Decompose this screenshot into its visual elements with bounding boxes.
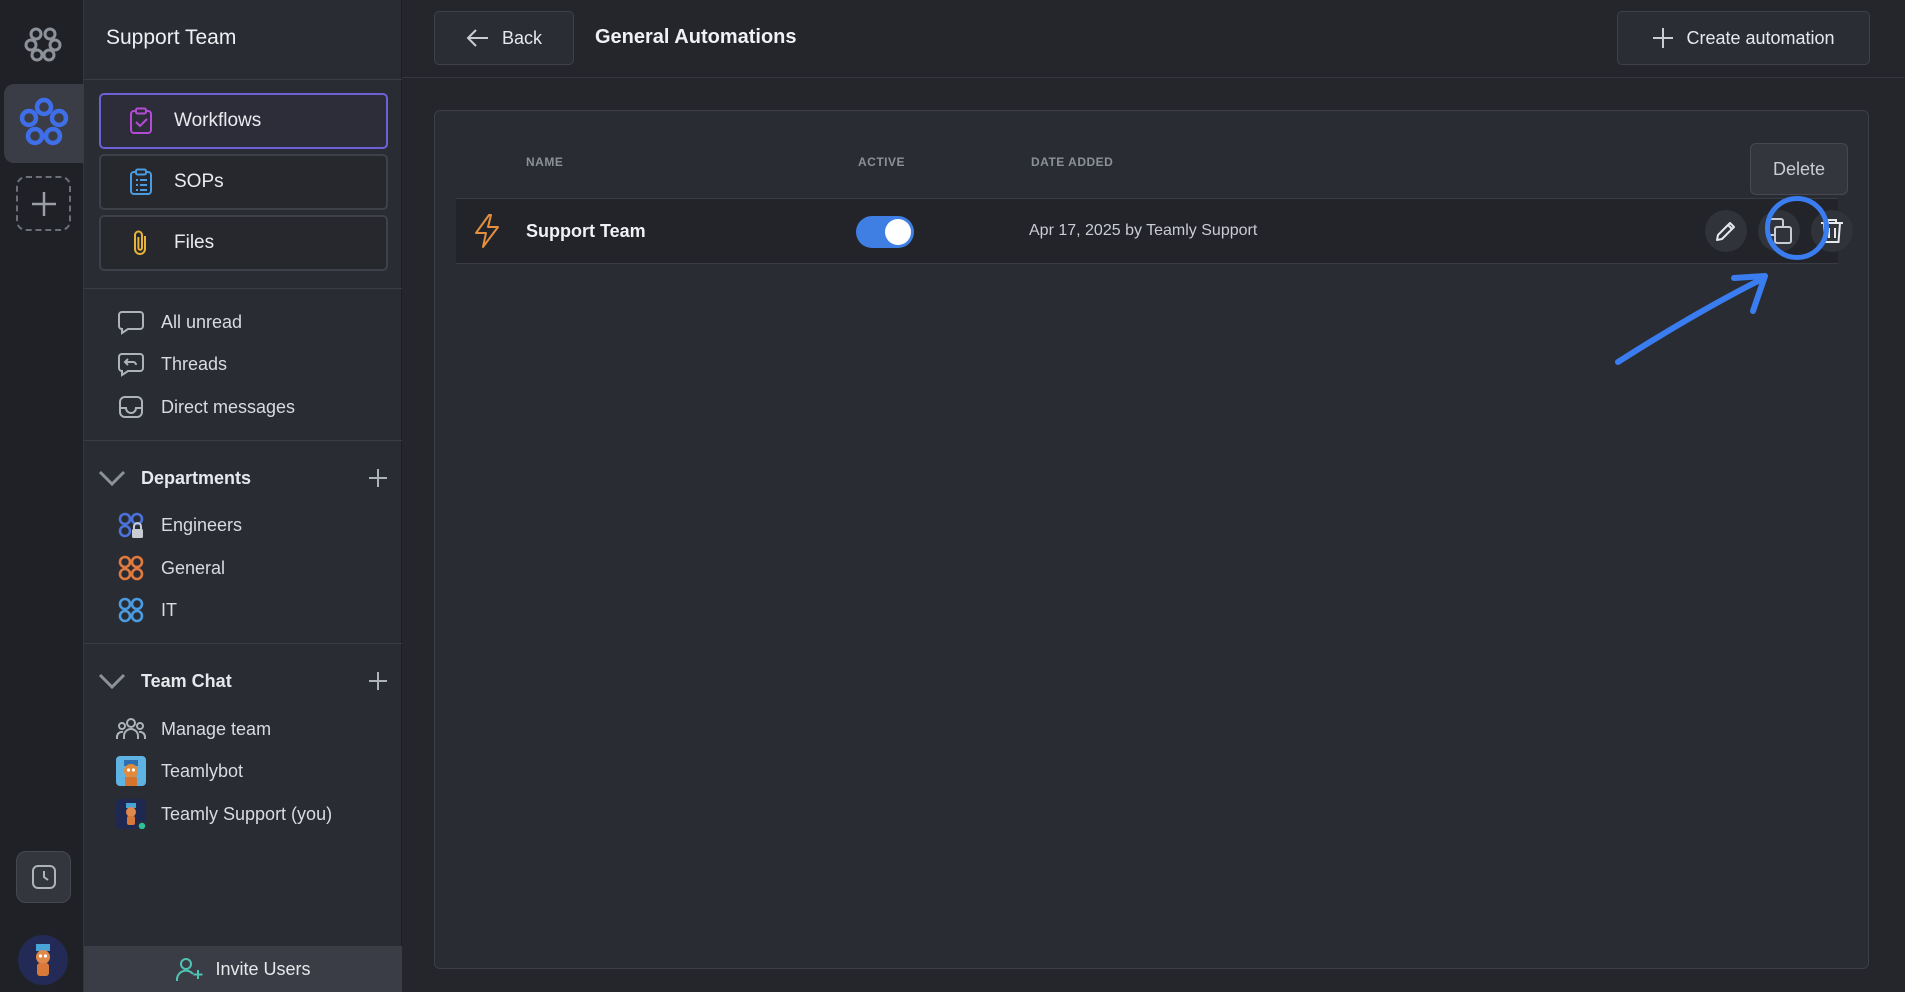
back-label: Back (501, 27, 543, 48)
department-engineers-label: Engineers (161, 514, 243, 535)
clipboard-check-icon (130, 107, 152, 134)
automations-panel: NAME ACTIVE DATE ADDED Support Team Apr … (434, 110, 1869, 969)
department-it-label: IT (161, 599, 177, 620)
nav-workflows[interactable]: Workflows (99, 93, 388, 149)
column-header-name: NAME (526, 155, 564, 169)
divider (84, 440, 402, 441)
direct-messages-item[interactable]: Direct messages (116, 390, 295, 424)
nav-files[interactable]: Files (99, 215, 388, 271)
add-chat-icon[interactable] (367, 670, 389, 692)
workspace-title: Support Team (106, 26, 237, 49)
chat-bubble-icon (118, 311, 144, 335)
toggle-knob (885, 219, 911, 245)
page-title: General Automations (595, 26, 797, 48)
clock-icon (32, 865, 56, 889)
teamly-support-label: Teamly Support (you) (161, 803, 333, 824)
teamlybot-item[interactable]: Teamlybot (116, 754, 243, 788)
teamly-logo-icon (23, 23, 63, 63)
edit-button[interactable] (1705, 210, 1747, 252)
department-engineers[interactable]: Engineers (116, 508, 242, 542)
team-icon (116, 718, 146, 739)
threads-item[interactable]: Threads (116, 347, 227, 381)
pencil-icon (1716, 222, 1735, 241)
chevron-down-icon (98, 673, 126, 690)
inbox-icon (119, 396, 143, 418)
arrow-left-icon (466, 29, 488, 47)
top-header: Back General Automations Create automati… (402, 0, 1905, 78)
clipboard-list-icon (130, 168, 152, 195)
history-button[interactable] (16, 851, 71, 903)
workspace-rail (0, 0, 84, 992)
nav-sops-label: SOPs (174, 171, 224, 192)
threads-icon (118, 353, 144, 377)
paperclip-icon (134, 230, 146, 255)
plus-icon (1653, 28, 1674, 48)
teamly-support-item[interactable]: Teamly Support (you) (116, 797, 332, 831)
nav-workflows-label: Workflows (174, 110, 262, 131)
manage-team-item[interactable]: Manage team (116, 712, 271, 746)
departments-header[interactable]: Departments (97, 461, 389, 495)
add-workspace-button[interactable] (16, 176, 71, 231)
column-header-active: ACTIVE (858, 155, 906, 169)
threads-label: Threads (161, 353, 228, 374)
department-icon (118, 555, 144, 581)
invite-users-label: Invite Users (215, 958, 311, 979)
workspace-icon (19, 97, 69, 146)
divider (84, 643, 402, 644)
department-general-label: General (161, 557, 226, 578)
divider (84, 79, 402, 80)
add-department-icon[interactable] (367, 467, 389, 489)
teamlybot-label: Teamlybot (161, 760, 244, 781)
delete-tooltip: Delete (1750, 143, 1848, 195)
department-icon (118, 597, 144, 623)
nav-sops[interactable]: SOPs (99, 154, 388, 210)
table-row[interactable]: Support Team Apr 17, 2025 by Teamly Supp… (456, 198, 1853, 264)
divider (84, 288, 402, 289)
department-it[interactable]: IT (116, 593, 177, 627)
create-automation-button[interactable]: Create automation (1617, 11, 1870, 65)
teamlybot-avatar-icon (116, 756, 146, 786)
chevron-down-icon (98, 470, 126, 487)
nav-files-label: Files (174, 232, 215, 253)
departments-title: Departments (141, 467, 252, 488)
sidebar: Support Team Workflows SOPs Files All un… (84, 0, 402, 992)
all-unread-item[interactable]: All unread (116, 305, 242, 339)
department-general[interactable]: General (116, 551, 225, 585)
workspace-support-team[interactable] (4, 84, 84, 163)
add-user-icon (176, 958, 203, 981)
back-button[interactable]: Back (434, 11, 574, 65)
pointer-arrow-icon (1615, 273, 1768, 365)
manage-team-label: Manage team (161, 718, 272, 739)
robot-avatar-icon (18, 935, 68, 985)
automation-name: Support Team (526, 221, 646, 241)
highlight-circle (1765, 196, 1829, 260)
lightning-bolt-icon (475, 214, 499, 248)
plus-icon (32, 192, 56, 216)
department-locked-icon (118, 512, 144, 538)
column-header-date-added: DATE ADDED (1031, 155, 1114, 169)
active-toggle[interactable] (856, 216, 914, 248)
team-chat-title: Team Chat (141, 670, 232, 691)
create-automation-label: Create automation (1686, 27, 1835, 48)
teamly-support-avatar-icon (116, 799, 146, 829)
date-added: Apr 17, 2025 by Teamly Support (1029, 222, 1258, 239)
direct-messages-label: Direct messages (161, 396, 296, 417)
all-unread-label: All unread (161, 311, 243, 332)
team-chat-header[interactable]: Team Chat (97, 664, 389, 698)
invite-users-button[interactable]: Invite Users (84, 946, 402, 992)
user-avatar[interactable] (18, 935, 68, 985)
